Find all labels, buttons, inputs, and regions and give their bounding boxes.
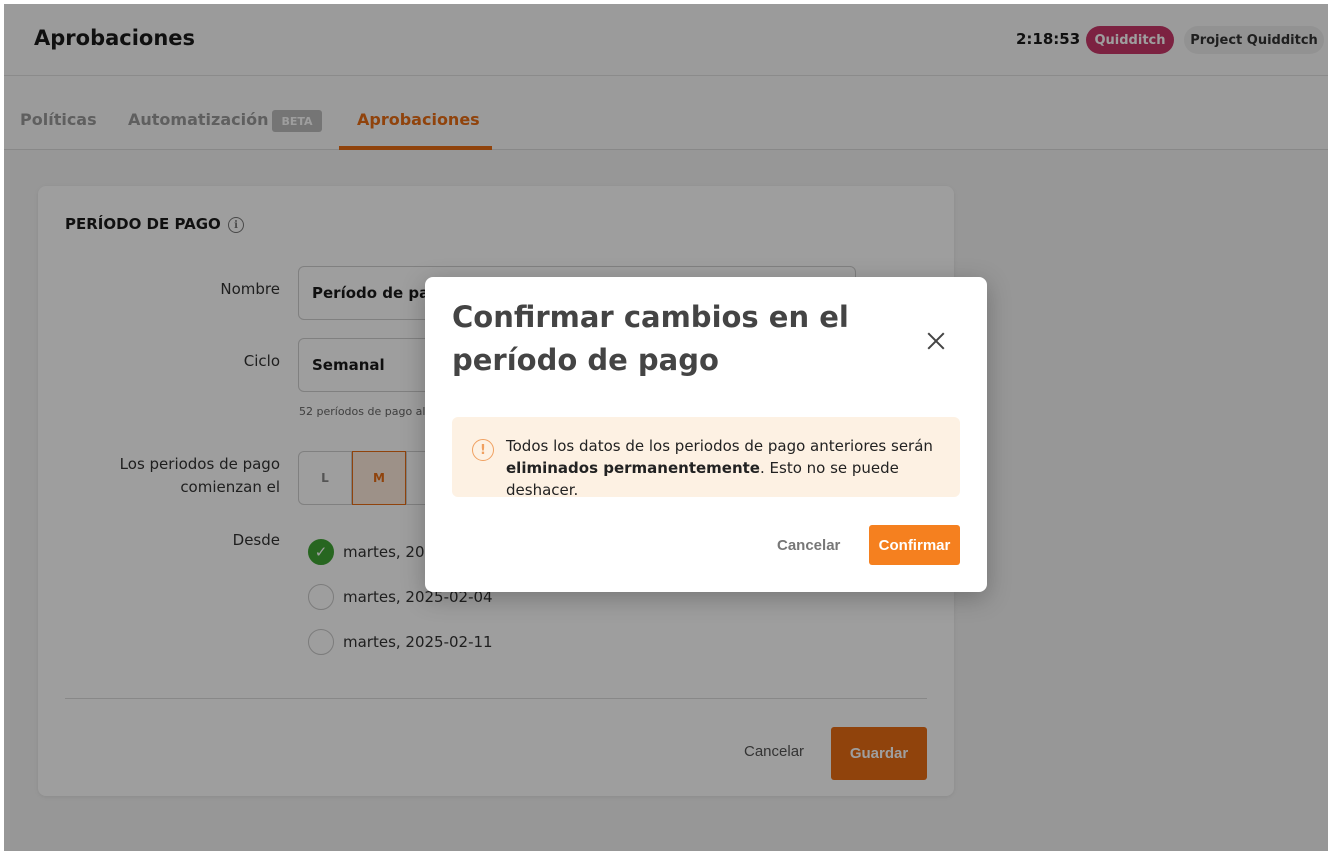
warning-icon: !: [472, 439, 494, 461]
confirm-button[interactable]: Confirmar: [869, 525, 960, 565]
alert-text-start: Todos los datos de los periodos de pago …: [506, 437, 933, 455]
close-icon[interactable]: [921, 326, 951, 356]
dialog-cancel-button[interactable]: Cancelar: [777, 537, 840, 554]
alert-message: Todos los datos de los periodos de pago …: [506, 435, 951, 501]
alert-text-emphasis: eliminados permanentemente: [506, 459, 760, 477]
dialog-title: Confirmar cambios en el período de pago: [452, 300, 849, 377]
confirm-dialog: Confirmar cambios en el período de pago …: [425, 277, 987, 592]
warning-alert: ! Todos los datos de los periodos de pag…: [452, 417, 960, 499]
